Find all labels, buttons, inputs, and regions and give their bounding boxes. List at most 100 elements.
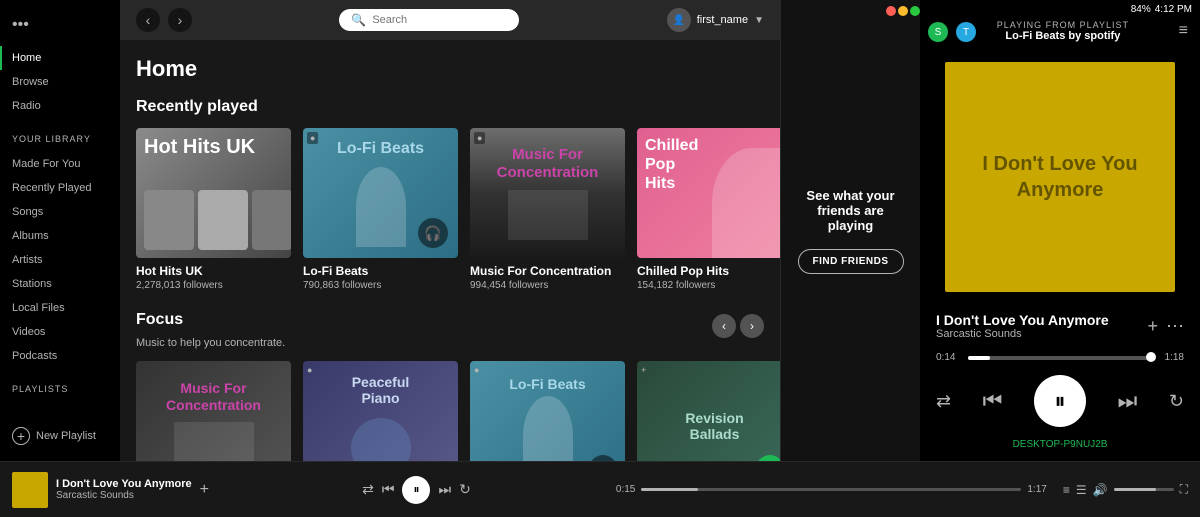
spotify-icon: S — [928, 22, 948, 42]
card-image-lofi: ● Lo-Fi Beats 🎧 — [303, 128, 458, 258]
shuffle-button[interactable]: ⇄ — [936, 391, 951, 412]
nav-buttons: ‹ › — [136, 8, 192, 32]
card-title-lofi: Lo-Fi Beats — [303, 264, 458, 278]
playlist-name: Lo-Fi Beats by spotify — [947, 30, 1179, 42]
pp-text: PeacefulPiano — [352, 374, 410, 406]
bottom-track-artist: Sarcastic Sounds — [56, 490, 192, 501]
progress-bar[interactable] — [968, 356, 1152, 360]
focus-subtitle: Music to help you concentrate. — [136, 337, 764, 349]
sidebar-item-recently-played[interactable]: Recently Played — [0, 176, 120, 200]
sidebar-item-videos[interactable]: Videos — [0, 320, 120, 344]
track-more-options-button[interactable]: ⋯ — [1166, 316, 1184, 337]
dots-icon: ••• — [12, 16, 29, 34]
desktop-label: DESKTOP-P9NUJ2B — [920, 435, 1200, 454]
bottom-repeat-button[interactable]: ↻ — [459, 481, 471, 498]
lofi-text: Lo-Fi Beats — [337, 139, 424, 158]
bottom-progress-bar[interactable] — [641, 488, 1021, 491]
sidebar-item-podcasts[interactable]: Podcasts — [0, 344, 120, 368]
card-revision-ballads[interactable]: RevisionBallads ••• ▶ + Revision Ballads — [637, 361, 780, 461]
recently-played-title: Recently played — [136, 98, 764, 116]
search-icon: 🔍 — [351, 13, 366, 27]
card-title-cph: Chilled Pop Hits — [637, 264, 780, 278]
card-peaceful-piano[interactable]: ● PeacefulPiano Peaceful Piano — [303, 361, 458, 461]
lofi2-badge: ● — [474, 365, 479, 375]
sidebar-item-radio[interactable]: Radio — [0, 94, 120, 118]
forward-button[interactable]: › — [168, 8, 192, 32]
previous-button[interactable]: ⏮ — [983, 388, 1003, 414]
mfc-text: Music ForConcentration — [497, 146, 599, 182]
maximize-button[interactable] — [910, 6, 920, 16]
album-art: I Don't Love You Anymore — [945, 62, 1175, 292]
plus-icon: + — [12, 427, 30, 445]
bottom-play-pause-button[interactable]: ⏸ — [402, 476, 430, 504]
focus-nav: ‹ › — [712, 314, 764, 338]
cph-text: ChilledPopHits — [645, 136, 698, 194]
card-chilled-pop[interactable]: ChilledPopHits Chilled Pop Hits 154,182 … — [637, 128, 780, 291]
next-button[interactable]: ⏭ — [1118, 388, 1138, 414]
sidebar-item-made-for-you[interactable]: Made For You — [0, 152, 120, 176]
bottom-add-button[interactable]: + — [200, 481, 209, 499]
track-name: I Don't Love You Anymore — [936, 312, 1147, 328]
sidebar-item-artists[interactable]: Artists — [0, 248, 120, 272]
queue-button[interactable]: ☰ — [1076, 483, 1087, 497]
focus-row: Music ForConcentration Music For Concent… — [136, 361, 764, 461]
play-pause-button[interactable]: ⏸ — [1034, 375, 1086, 427]
progress-row: 0:14 1:18 — [920, 348, 1200, 367]
hot-hits-label: Hot Hits UK — [144, 136, 291, 158]
card-image-cph: ChilledPopHits — [637, 128, 780, 258]
back-button[interactable]: ‹ — [136, 8, 160, 32]
sidebar-item-browse[interactable]: Browse — [0, 70, 120, 94]
sidebar-item-home[interactable]: Home — [0, 46, 120, 70]
status-bar: 84% 4:12 PM — [920, 0, 1200, 18]
lofi2-headphones: 🎧 — [589, 455, 617, 461]
close-button[interactable] — [886, 6, 896, 16]
find-friends-button[interactable]: FIND FRIENDS — [798, 249, 904, 274]
minimize-button[interactable] — [898, 6, 908, 16]
card-image-rb: RevisionBallads ••• ▶ + — [637, 361, 780, 461]
user-info[interactable]: 👤 first_name ▼ — [667, 8, 764, 32]
total-time-label: 1:18 — [1160, 352, 1184, 363]
repeat-button[interactable]: ↻ — [1169, 391, 1184, 412]
bottom-album-art — [12, 472, 48, 508]
recently-played-row: Hot Hits UK Hot Hits UK 2,278,013 — [136, 128, 764, 291]
bottom-playback-controls: ⇄ ⏮ ⏸ ⏭ ↻ — [362, 476, 471, 504]
focus-prev-button[interactable]: ‹ — [712, 314, 736, 338]
card-hot-hits-uk[interactable]: Hot Hits UK Hot Hits UK 2,278,013 — [136, 128, 291, 291]
sidebar-item-songs[interactable]: Songs — [0, 200, 120, 224]
card-lofi-beats[interactable]: ● Lo-Fi Beats 🎧 Lo-Fi Beats 790,863 foll… — [303, 128, 458, 291]
focus-next-button[interactable]: › — [740, 314, 764, 338]
bottom-total-time: 1:17 — [1027, 484, 1046, 495]
volume-bar[interactable] — [1114, 488, 1174, 491]
fullscreen-button[interactable]: ⛶ — [1180, 482, 1188, 497]
sidebar-item-albums[interactable]: Albums — [0, 224, 120, 248]
devices-button[interactable]: 🔊 — [1093, 483, 1108, 497]
playing-from-label: PLAYING FROM PLAYLIST — [947, 20, 1179, 30]
sidebar-item-local-files[interactable]: Local Files — [0, 296, 120, 320]
rb-text: RevisionBallads — [685, 410, 743, 442]
sidebar-item-stations[interactable]: Stations — [0, 272, 120, 296]
album-art-text: I Don't Love You Anymore — [945, 135, 1175, 219]
card-music-concentration[interactable]: ● Music ForConcentration Music For Conce… — [470, 128, 625, 291]
add-to-library-button[interactable]: + — [1147, 316, 1158, 337]
mfc2-text: Music ForConcentration — [166, 380, 261, 414]
library-nav: Made For You Recently Played Songs Album… — [0, 148, 120, 372]
card-subtitle-cph: 154,182 followers — [637, 280, 780, 291]
card-subtitle-mfc: 994,454 followers — [470, 280, 625, 291]
track-info-row: I Don't Love You Anymore Sarcastic Sound… — [920, 304, 1200, 348]
card-lofi2[interactable]: ● Lo-Fi Beats 🎧 Lo-Fi Beats — [470, 361, 625, 461]
mfc-badge: ● — [474, 132, 485, 144]
bottom-next-button[interactable]: ⏭ — [438, 481, 451, 498]
bottom-prev-button[interactable]: ⏮ — [382, 481, 395, 498]
sidebar-menu-dots[interactable]: ••• — [0, 8, 120, 42]
lyrics-button[interactable]: ≡ — [1063, 483, 1070, 497]
sidebar-bottom: + New Playlist — [0, 419, 120, 453]
panel-menu-icon[interactable]: ≡ — [1179, 22, 1188, 40]
playing-from: PLAYING FROM PLAYLIST Lo-Fi Beats by spo… — [947, 20, 1179, 42]
bottom-shuffle-button[interactable]: ⇄ — [362, 481, 374, 498]
search-bar[interactable]: 🔍 — [339, 9, 519, 31]
bottom-track-info: I Don't Love You Anymore Sarcastic Sound… — [56, 478, 192, 501]
new-playlist-button[interactable]: + New Playlist — [12, 427, 108, 445]
search-input[interactable] — [372, 14, 507, 26]
card-mfc2[interactable]: Music ForConcentration Music For Concent… — [136, 361, 291, 461]
playlists-label: PLAYLISTS — [0, 372, 120, 398]
